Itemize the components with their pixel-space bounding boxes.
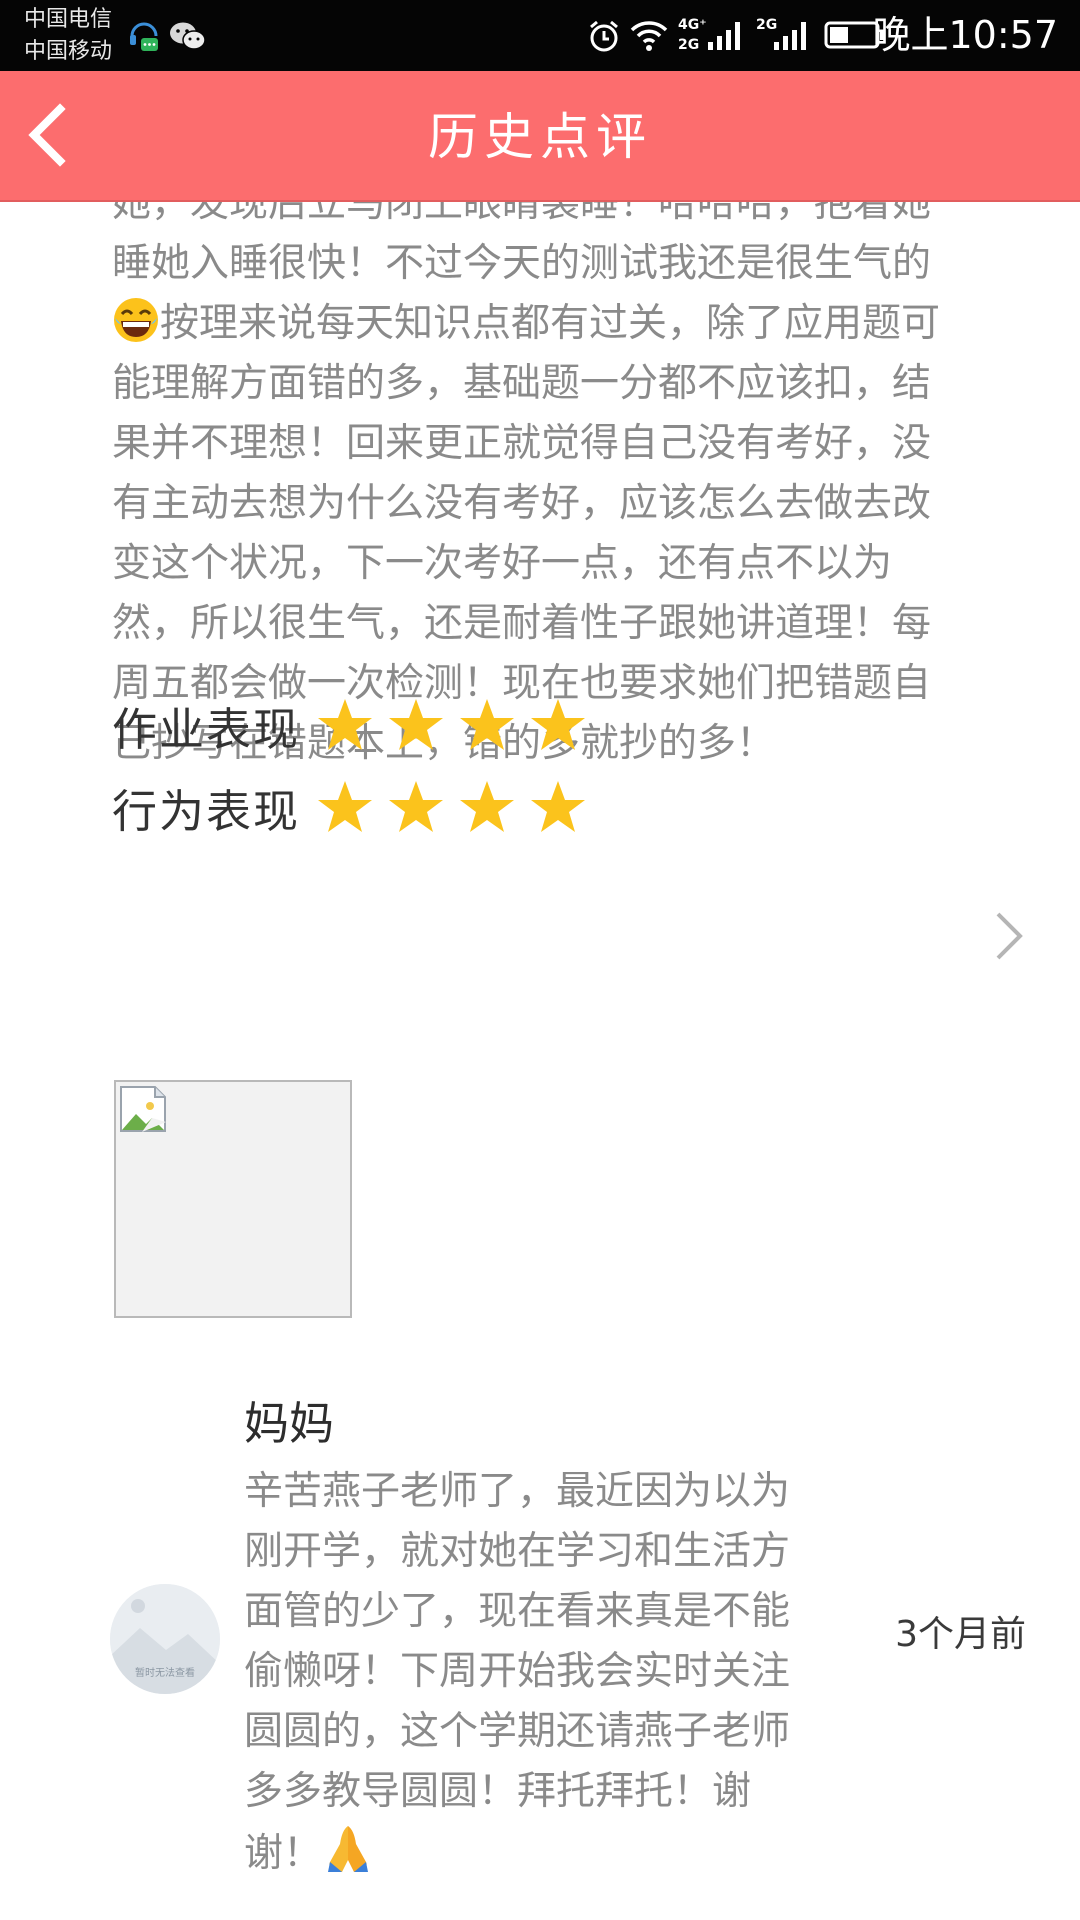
status-bar: 中国电信 中国移动 4G⁺ 2G 2G 晚上10:57	[0, 0, 1080, 71]
rating-row-behavior: 行为表现	[112, 772, 600, 842]
star-icon	[460, 781, 514, 832]
broken-image-icon	[120, 1086, 166, 1132]
headset-notification-icon	[130, 22, 158, 51]
laughing-face-icon	[114, 298, 158, 342]
star-icon	[460, 699, 514, 750]
reply-body: 辛苦燕子老师了，最近因为以为 刚开学，就对她在学习和生活方 面管的少了，现在看来…	[244, 1469, 791, 1876]
network-type-1b-label: 2G	[678, 37, 700, 53]
rating-label-homework: 作业表现	[112, 702, 301, 756]
wechat-icon	[170, 22, 206, 50]
teacher-comment-text: 她，发现后立马闭上眼睛装睡！哈哈哈，抱着她 睡她入睡很快！不过今天的测试我还是很…	[112, 202, 1012, 774]
carrier-2-label: 中国移动	[24, 39, 113, 64]
clock-label: 晚上10:57	[872, 13, 1058, 57]
carrier-1-label: 中国电信	[24, 7, 113, 32]
star-rating-homework	[316, 696, 600, 754]
app-bar: 历史点评	[0, 71, 1080, 202]
star-icon	[531, 699, 585, 750]
star-icon	[389, 699, 443, 750]
reply-timestamp: 3个月前	[895, 1614, 1026, 1655]
folded-hands-icon	[328, 1826, 369, 1872]
avatar[interactable]: 暂时无法查看	[110, 1584, 220, 1694]
signal-bars-1-icon	[708, 22, 740, 50]
star-icon	[531, 781, 585, 832]
network-type-1-label: 4G⁺	[678, 17, 707, 33]
star-icon	[389, 781, 443, 832]
reply-text: 辛苦燕子老师了，最近因为以为 刚开学，就对她在学习和生活方 面管的少了，现在看来…	[244, 1462, 844, 1884]
wifi-icon	[630, 21, 668, 51]
star-rating-behavior	[316, 778, 600, 836]
page-title: 历史点评	[428, 108, 652, 166]
star-icon	[318, 781, 372, 832]
chevron-right-icon[interactable]	[992, 908, 1028, 964]
signal-bars-2-icon	[774, 22, 806, 50]
reply-author-name: 妈妈	[244, 1397, 335, 1450]
star-icon	[318, 699, 372, 750]
avatar-caption: 暂时无法查看	[135, 1666, 195, 1679]
comment-detail-scroll[interactable]: 她，发现后立马闭上眼睛装睡！哈哈哈，抱着她 睡她入睡很快！不过今天的测试我还是很…	[0, 202, 1080, 1920]
teacher-comment-part-1: 她，发现后立马闭上眼睛装睡！哈哈哈，抱着她 睡她入睡很快！不过今天的测试我还是很…	[112, 202, 932, 286]
photo-thumbnail[interactable]	[114, 1080, 352, 1318]
rating-label-behavior: 行为表现	[112, 784, 301, 838]
alarm-icon	[590, 20, 618, 52]
placeholder-avatar-icon: 暂时无法查看	[110, 1584, 220, 1694]
rating-row-homework: 作业表现	[112, 690, 600, 760]
